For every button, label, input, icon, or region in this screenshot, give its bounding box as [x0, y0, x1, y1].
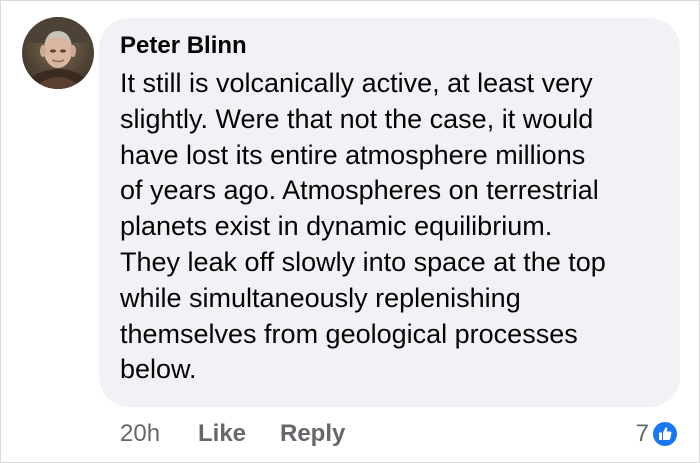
comment-author[interactable]: Peter Blinn	[120, 30, 247, 62]
comment-text: It still is volcanically active, at leas…	[120, 66, 665, 388]
avatar[interactable]	[22, 17, 94, 89]
reply-button[interactable]: Reply	[280, 418, 345, 450]
comment-text-line: They leak off slowly into space at the t…	[120, 246, 606, 277]
comment-text-line: slightly. Were that not the case, it wou…	[120, 103, 594, 134]
comment-text-line: have lost its entire atmosphere millions	[120, 139, 586, 170]
like-icon	[652, 421, 678, 447]
comment-timestamp[interactable]: 20h	[120, 418, 160, 450]
comment-text-line: themselves from geological processes	[120, 318, 578, 349]
like-button[interactable]: Like	[198, 418, 246, 450]
comment-text-line: of years ago. Atmospheres on terrestrial	[120, 175, 599, 206]
comment-text-line: below.	[120, 354, 197, 385]
comment-text-line: planets exist in dynamic equilibrium.	[120, 211, 553, 242]
comment-text-line: while simultaneously replenishing	[120, 282, 521, 313]
avatar-photo	[22, 17, 94, 89]
reaction-count: 7	[635, 420, 649, 447]
comment-text-line: It still is volcanically active, at leas…	[120, 68, 593, 98]
reaction-summary[interactable]: 7	[636, 418, 678, 450]
